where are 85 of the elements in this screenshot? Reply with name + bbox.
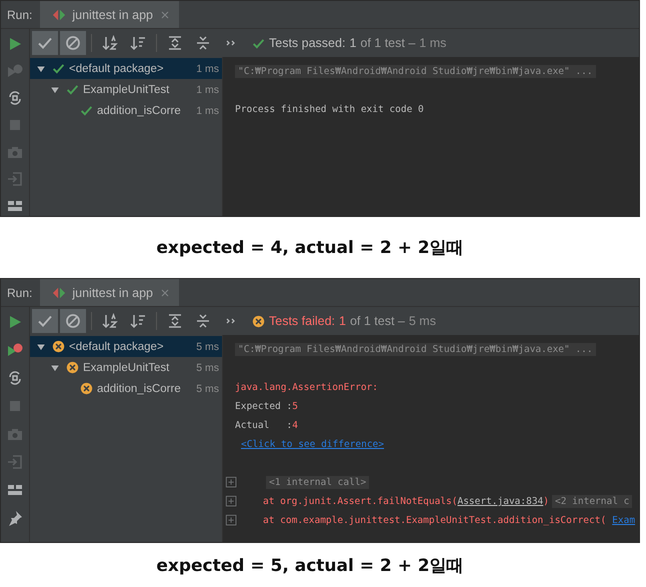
console-text: "C:₩Program Files₩Android₩Android Studio₩jre₩bin₩java.exe" ... <box>235 65 596 78</box>
sort-alpha-icon <box>102 313 118 329</box>
tree-row[interactable]: ExampleUnitTest 1 ms <box>30 79 222 100</box>
duration: 1 ms <box>195 84 220 96</box>
console-text: at com.example.junittest.ExampleUnitTest.addition_isCorrect( <box>263 515 606 526</box>
tree-row[interactable]: <default package> 5 ms <box>30 336 222 357</box>
console-text: Expected : <box>235 401 292 412</box>
show-ignored-button[interactable] <box>60 31 86 55</box>
exit-icon <box>7 454 23 470</box>
show-passed-button[interactable] <box>32 31 58 55</box>
test-name: <default package> <box>69 62 164 74</box>
duration: 5 ms <box>195 340 220 352</box>
test-name: ExampleUnitTest <box>83 362 170 374</box>
console-text: ) <box>543 496 549 507</box>
console-text: Process finished with exit code 0 <box>235 104 424 115</box>
layout-icon <box>7 482 23 498</box>
test-total: of 1 test – <box>360 36 416 50</box>
refresh-icon <box>7 370 23 386</box>
run-tab[interactable]: junittest in app <box>40 279 179 306</box>
tree-row[interactable]: <default package> 1 ms <box>30 58 222 79</box>
refresh-icon <box>7 90 23 106</box>
duration: 1 ms <box>195 104 220 116</box>
collapse-all-icon <box>195 313 211 329</box>
show-ignored-button[interactable] <box>60 309 86 333</box>
failed-count: 1 <box>349 36 356 50</box>
block-icon <box>65 313 81 329</box>
run-icon <box>7 36 23 52</box>
stop-icon <box>7 398 23 414</box>
test-name: addition_isCorre <box>97 382 181 394</box>
expand-fold-icon <box>225 494 239 508</box>
status-label: Tests failed: <box>269 314 336 328</box>
camera-icon <box>7 426 23 442</box>
block-icon <box>65 35 81 51</box>
console-text: 4 <box>292 420 298 431</box>
close-icon <box>158 286 171 298</box>
duration: 1 ms <box>195 62 220 74</box>
console-text: <2 internal c <box>552 495 632 508</box>
caption: expected = 4, actual = 2 + 2일때 <box>155 237 465 259</box>
run-label: Run: <box>6 284 34 302</box>
console-text: "C:₩Program Files₩Android₩Android Studio₩jre₩bin₩java.exe" ... <box>235 343 596 356</box>
console-text: Actual : <box>235 420 292 431</box>
console-text: at org.junit.Assert.failNotEquals( <box>263 496 458 507</box>
run-label: Run: <box>6 6 34 24</box>
run-tab[interactable]: junittest in app <box>40 1 179 28</box>
tree-row[interactable]: addition_isCorre 5 ms <box>30 378 222 399</box>
android-icon <box>52 286 66 300</box>
rerun-failed-icon <box>7 62 23 78</box>
android-icon <box>52 8 66 22</box>
console-text: java.lang.AssertionError: <box>235 382 378 393</box>
test-total: of 1 test – <box>350 314 405 328</box>
sort-alpha-icon <box>102 35 118 51</box>
duration: 5 ms <box>195 362 220 374</box>
show-passed-button[interactable] <box>32 309 58 333</box>
exit-icon <box>7 170 23 186</box>
tab-title: junittest in app <box>72 286 153 300</box>
check-icon <box>37 35 53 51</box>
test-name: addition_isCorre <box>97 104 181 116</box>
expand-all-icon <box>167 313 183 329</box>
sort-duration-icon <box>130 313 146 329</box>
expand-fold-icon <box>225 514 239 528</box>
close-icon <box>158 8 171 20</box>
duration: 5 ms <box>195 382 220 394</box>
failed-count: 1 <box>339 314 346 328</box>
caption: expected = 5, actual = 2 + 2일때 <box>155 554 465 576</box>
collapse-all-icon <box>195 35 211 51</box>
console-text: <1 internal call> <box>266 476 370 489</box>
rerun-failed-icon <box>7 342 23 358</box>
status-duration: 5 ms <box>408 314 436 328</box>
tab-title: junittest in app <box>72 8 153 22</box>
tree-row[interactable]: ExampleUnitTest 5 ms <box>30 357 222 378</box>
tree-row[interactable]: addition_isCorre 1 ms <box>30 100 222 121</box>
sort-duration-icon <box>130 35 146 51</box>
console-link[interactable]: Assert.java:834 <box>457 496 544 507</box>
console-link[interactable]: <Click to see difference> <box>241 439 384 450</box>
run-icon <box>7 314 23 330</box>
test-name: ExampleUnitTest <box>83 84 170 96</box>
expand-all-icon <box>167 35 183 51</box>
status-duration: 1 ms <box>419 36 446 50</box>
expand-fold-icon <box>225 476 239 490</box>
status-label: Tests passed: <box>269 36 346 50</box>
console-link[interactable]: Exam <box>612 515 636 526</box>
test-name: <default package> <box>69 340 164 352</box>
check-icon <box>37 313 53 329</box>
console-text: 5 <box>292 401 298 412</box>
pin-icon <box>7 510 23 526</box>
